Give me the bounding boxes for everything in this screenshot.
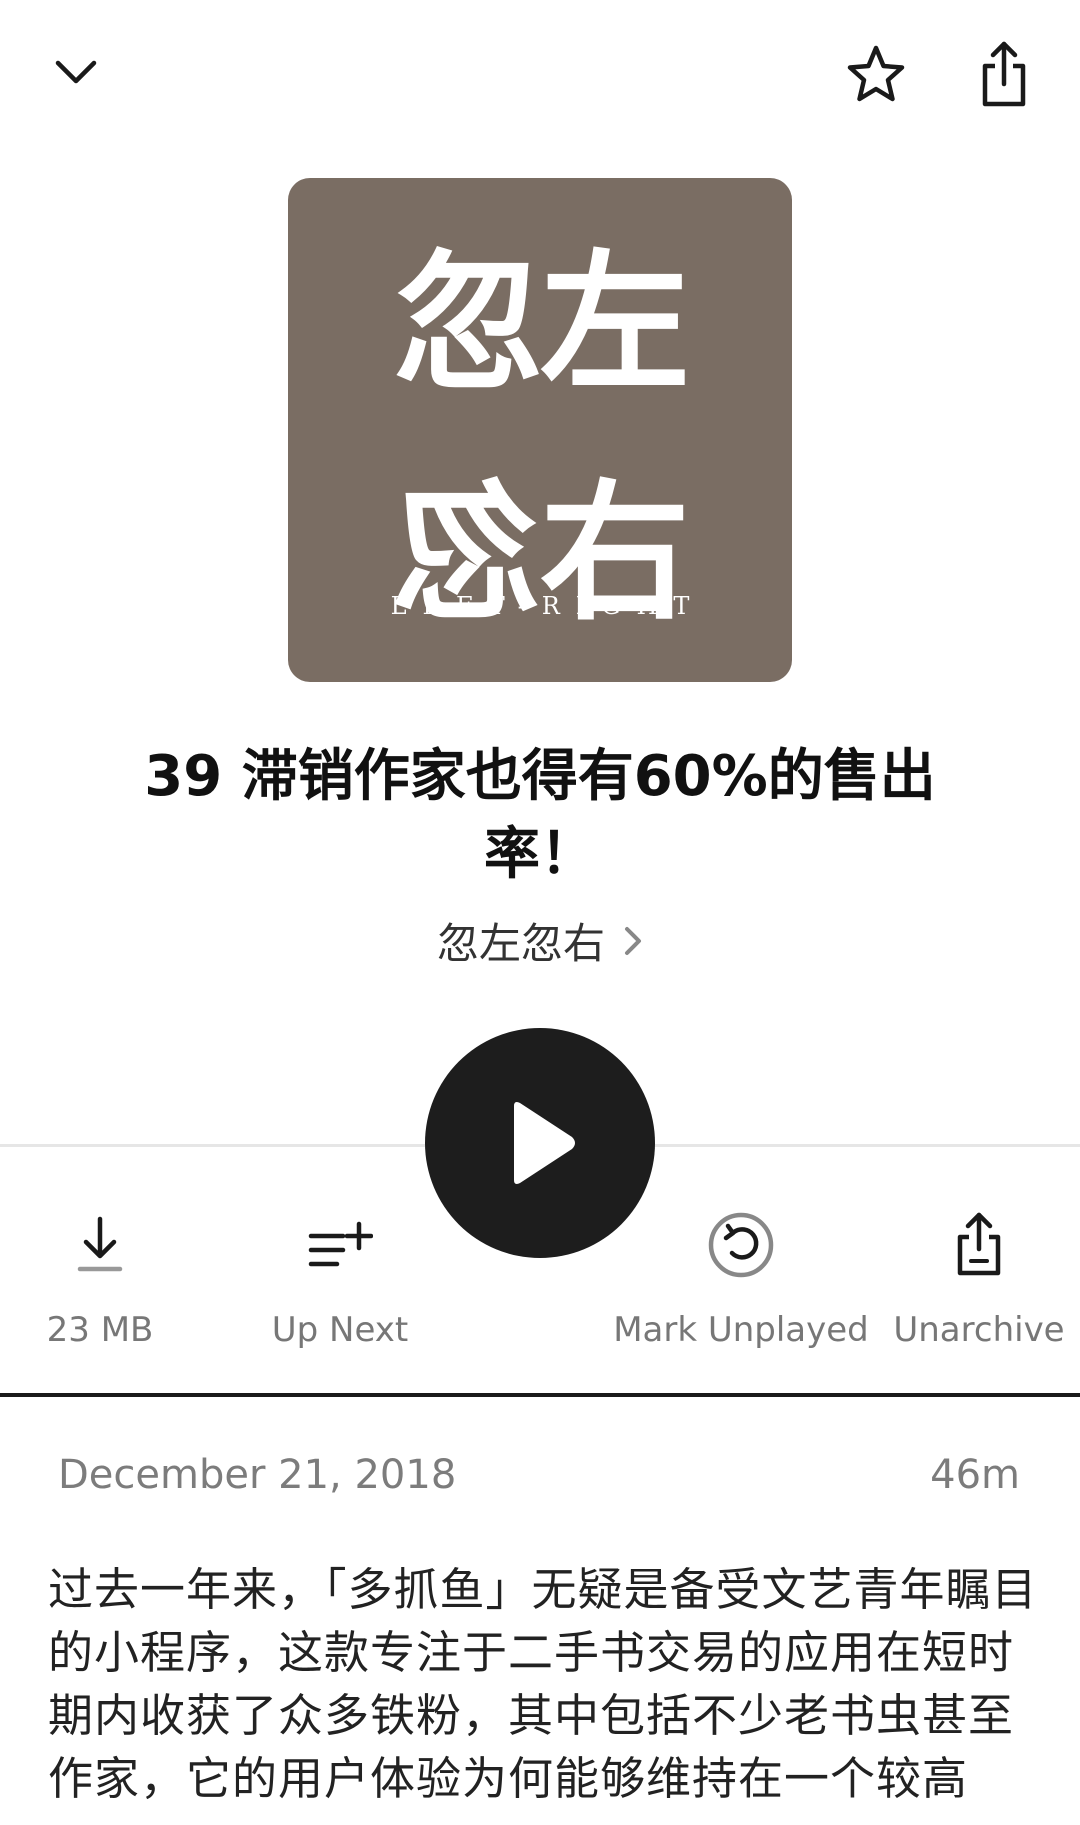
- download-icon: [77, 1216, 123, 1272]
- section-divider: [0, 1393, 1080, 1397]
- artwork-mirrored-char: 忽: [393, 465, 540, 641]
- artwork-top-text: 忽左: [393, 235, 690, 411]
- top-bar: [0, 0, 1080, 150]
- share-button[interactable]: [968, 34, 1040, 114]
- podcast-name: 忽左忽右: [436, 919, 605, 968]
- download-action[interactable]: 23 MB: [30, 1200, 170, 1360]
- podcast-artwork: 忽左 LEFT-RIGHT 忽右: [288, 178, 792, 682]
- episode-date: December 21, 2018: [58, 1452, 457, 1498]
- mark-unplayed-action[interactable]: Mark Unplayed: [606, 1200, 876, 1360]
- star-button[interactable]: [840, 38, 912, 110]
- unarchive-label: Unarchive: [893, 1310, 1065, 1350]
- episode-title: 39 滞销作家也得有60%的售出率！: [144, 744, 936, 887]
- chevron-down-icon: [55, 60, 97, 84]
- play-icon: [514, 1102, 575, 1184]
- unarchive-icon: [957, 1212, 1001, 1276]
- star-icon: [847, 45, 905, 102]
- artwork-right-char: 右: [540, 465, 690, 641]
- share-icon: [982, 41, 1026, 107]
- episode-duration: 46m: [930, 1452, 1020, 1498]
- artwork-bottom-text: 忽右: [288, 465, 792, 641]
- podcast-link[interactable]: 忽左忽右: [0, 910, 1080, 971]
- chevron-right-icon: [625, 926, 641, 955]
- up-next-action[interactable]: Up Next: [255, 1200, 425, 1360]
- mark-unplayed-icon: [708, 1212, 774, 1278]
- mark-unplayed-label: Mark Unplayed: [613, 1310, 869, 1350]
- up-next-label: Up Next: [271, 1310, 409, 1350]
- collapse-button[interactable]: [44, 40, 108, 104]
- add-to-queue-icon: [308, 1221, 373, 1267]
- unarchive-action[interactable]: Unarchive: [888, 1200, 1070, 1360]
- download-size-label: 23 MB: [46, 1310, 154, 1350]
- episode-description: 过去一年来，「多抓鱼」无疑是备受文艺青年瞩目的小程序，这款专注于二手书交易的应用…: [48, 1563, 1038, 1805]
